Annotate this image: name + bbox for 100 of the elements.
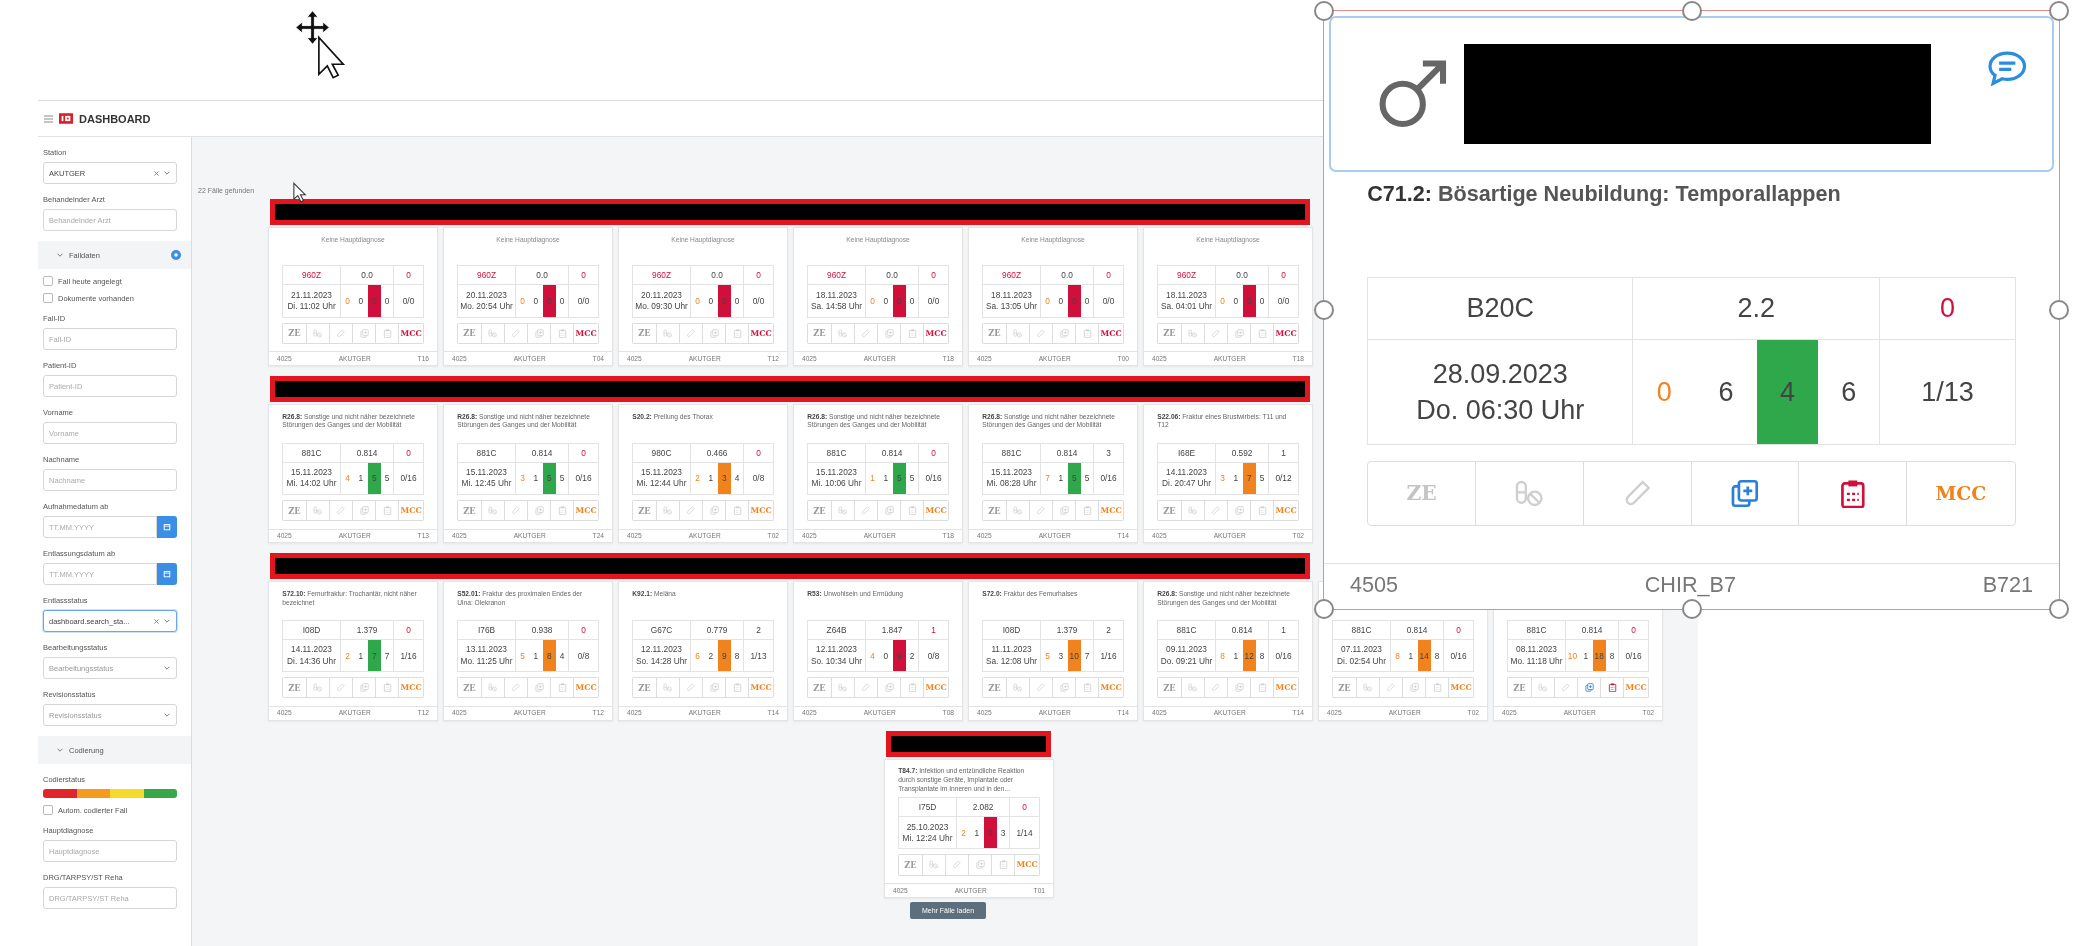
ze-button[interactable]: ZE: [899, 855, 923, 875]
calendar-button[interactable]: [157, 563, 177, 585]
ze-button[interactable]: ZE: [1158, 323, 1182, 343]
ze-button[interactable]: ZE: [633, 323, 657, 343]
clear-icon[interactable]: [153, 617, 160, 625]
copy-add-icon: [884, 683, 894, 693]
ze-button[interactable]: ZE: [458, 500, 482, 521]
resize-handle[interactable]: [2049, 300, 2069, 320]
drg-code: 960Z: [983, 266, 1041, 286]
copy-add-icon: [709, 328, 719, 338]
test-tube-icon: [1386, 683, 1396, 693]
ze-button[interactable]: ZE: [283, 500, 307, 521]
status-segment[interactable]: [76, 789, 110, 798]
day-marker: 0: [717, 285, 731, 318]
ratio-text: 0/8: [919, 639, 949, 673]
day-marker: 0: [892, 285, 906, 318]
pill-blocked-icon: [488, 683, 498, 693]
drg-code: Z64B: [808, 620, 866, 640]
ze-button[interactable]: ZE: [1508, 678, 1532, 698]
time-text: So. 10:34 Uhr: [810, 655, 863, 667]
resize-handle[interactable]: [2049, 599, 2069, 619]
ze-button[interactable]: ZE: [1158, 678, 1182, 698]
ratio-text: 0/16: [1269, 639, 1299, 673]
copy-add-icon: [709, 683, 719, 693]
ze-button[interactable]: ZE: [983, 323, 1007, 343]
day-count: 5: [1040, 639, 1055, 673]
status-segment[interactable]: [143, 789, 177, 798]
ze-button[interactable]: ZE: [458, 323, 482, 343]
pill-blocked-icon: [313, 683, 323, 693]
flag-count: 0: [569, 266, 599, 286]
ze-button[interactable]: ZE: [983, 500, 1007, 521]
copy-add-icon: [1234, 328, 1244, 338]
ze-button[interactable]: ZE: [808, 678, 832, 698]
checkbox[interactable]: [43, 293, 53, 303]
date-text: 18.11.2023: [991, 289, 1032, 302]
status-segment[interactable]: [110, 789, 144, 798]
chevron-down-icon: [56, 251, 64, 259]
flag-count: 0: [394, 443, 424, 463]
ze-button[interactable]: ZE: [808, 500, 832, 521]
copy-add-icon: [1234, 505, 1244, 516]
time-text: Mo. 11:25 Uhr: [460, 655, 513, 667]
status-segment[interactable]: [43, 789, 77, 798]
clipboard-icon: [382, 683, 392, 693]
clear-icon[interactable]: [153, 169, 160, 177]
test-tube-icon: [952, 860, 962, 870]
day-marker: 8: [542, 639, 556, 673]
day-count: 8: [1430, 639, 1445, 673]
pill-blocked-icon: [313, 505, 323, 516]
day-count: 2: [956, 817, 971, 850]
ze-button[interactable]: ZE: [1158, 500, 1182, 521]
ze-button[interactable]: ZE: [808, 323, 832, 343]
date-text: 15.11.2023: [291, 467, 332, 479]
ze-button[interactable]: ZE: [458, 678, 482, 698]
menu-icon[interactable]: [44, 114, 53, 123]
chevron-down-icon: [163, 169, 171, 177]
day-marker: 5: [367, 462, 381, 495]
test-tube-icon: [511, 683, 521, 693]
ratio-text: 1/16: [1094, 639, 1124, 673]
cost-weight: 1.379: [340, 620, 395, 640]
diagnosis-text: C71.2: Bösartige Neubildung: Temporallappen: [1367, 181, 1841, 207]
clipboard-icon: [907, 505, 917, 516]
ratio-text: 1/16: [394, 639, 424, 673]
resize-handle[interactable]: [1681, 1, 1702, 21]
chat-icon[interactable]: [1986, 48, 2028, 89]
clipboard-icon: [907, 683, 917, 693]
day-count: 2: [690, 462, 705, 495]
cost-weight: 0.592: [1215, 443, 1270, 463]
date-text: 28.09.2023: [1432, 357, 1568, 391]
pill-blocked-icon: [663, 328, 673, 338]
day-count: 7: [1080, 639, 1095, 673]
day-count: 4: [555, 639, 570, 673]
ze-button[interactable]: ZE: [1333, 678, 1357, 698]
day-count: 2: [340, 639, 355, 673]
drg-code: I75D: [899, 798, 957, 818]
copy-add-icon: [709, 505, 719, 516]
mcc-button[interactable]: MCC: [1907, 462, 2015, 525]
ze-button[interactable]: ZE: [283, 678, 307, 698]
ze-button[interactable]: ZE: [283, 323, 307, 343]
resize-handle[interactable]: [2049, 1, 2069, 21]
ze-button[interactable]: ZE: [1368, 462, 1476, 525]
ratio-text: 1/13: [1880, 339, 2016, 446]
pill-blocked-icon: [488, 328, 498, 338]
date-text: 13.11.2023: [466, 644, 507, 656]
drg-code: 881C: [283, 443, 341, 463]
drg-code: 881C: [1508, 620, 1566, 640]
day-count: 5: [515, 639, 530, 673]
drg-code: 960Z: [633, 266, 691, 286]
resize-handle[interactable]: [1314, 1, 1334, 21]
calendar-button[interactable]: [157, 516, 177, 538]
flag-count: 0: [919, 443, 949, 463]
ratio-text: 0/0: [1269, 285, 1299, 318]
date-text: 12.11.2023: [641, 644, 682, 656]
day-count: 0: [1054, 285, 1068, 318]
day-count: 5: [905, 462, 920, 495]
ze-button[interactable]: ZE: [633, 500, 657, 521]
checkbox[interactable]: [43, 276, 53, 286]
checkbox[interactable]: [43, 805, 53, 815]
cost-weight: 0.938: [515, 620, 570, 640]
ze-button[interactable]: ZE: [983, 678, 1007, 698]
ze-button[interactable]: ZE: [633, 678, 657, 698]
